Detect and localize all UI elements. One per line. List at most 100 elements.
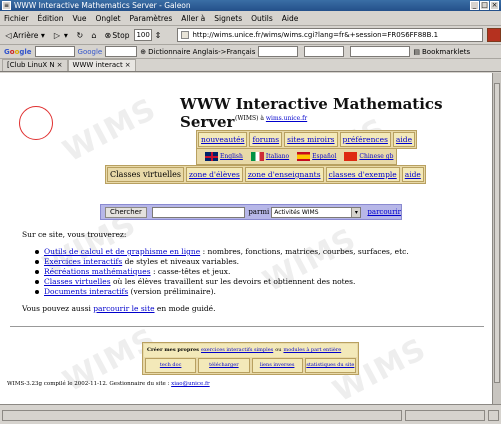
zoom-spinner-icon[interactable]: ⇕ xyxy=(153,31,162,40)
zone-aide[interactable]: aide xyxy=(401,167,424,182)
list-item: Exercices interactifs de styles et nivea… xyxy=(35,257,409,267)
menu-outils[interactable]: Outils xyxy=(251,14,273,23)
google-search-input[interactable] xyxy=(34,46,75,57)
search-bar: Chercher parmi Activités WIMS ▾ parcouri… xyxy=(100,204,402,220)
status-text-area xyxy=(2,410,402,421)
link-telecharger[interactable]: télécharger xyxy=(198,358,250,373)
italy-flag-icon xyxy=(250,152,264,161)
stop-icon: ⊗ xyxy=(104,30,112,40)
lang-chinese[interactable]: Chinese gb xyxy=(344,152,393,161)
link-aide[interactable]: aide xyxy=(392,132,416,147)
dictionary-input[interactable] xyxy=(258,46,299,57)
window-menu-icon[interactable]: ≡ xyxy=(2,1,11,10)
spain-flag-icon xyxy=(297,152,311,161)
page-subtitle: (WIMS) à wims.unice.fr xyxy=(235,115,307,122)
top-links-table: nouveautés forums sites miroirs préféren… xyxy=(196,130,418,149)
menu-aide[interactable]: Aide xyxy=(282,14,299,23)
menu-signets[interactable]: Signets xyxy=(214,14,242,23)
link-liens-inverses[interactable]: liens inverses xyxy=(251,358,303,373)
dictionary-bookmark[interactable]: Dictionnaire Anglais->Français xyxy=(148,48,255,56)
bookmarklets-folder[interactable]: Bookmarklets xyxy=(422,48,470,56)
menu-onglet[interactable]: Onglet xyxy=(95,14,120,23)
lang-label: Chinese gb xyxy=(359,153,394,160)
lang-italiano[interactable]: Italiano xyxy=(250,152,289,161)
maximize-icon[interactable]: □ xyxy=(480,1,489,10)
reload-icon: ↻ xyxy=(76,30,84,40)
guided-mode-link[interactable]: parcourir le site xyxy=(93,304,154,313)
menu-parametres[interactable]: Paramètres xyxy=(130,14,173,23)
link-forums[interactable]: forums xyxy=(249,132,283,147)
menu-edition[interactable]: Édition xyxy=(38,14,64,23)
scrollbar-thumb[interactable] xyxy=(494,83,500,383)
link-statistiques[interactable]: statistiques du site xyxy=(304,358,356,373)
search-button[interactable]: Chercher xyxy=(105,206,147,218)
guided-suffix: en mode guidé. xyxy=(154,304,216,313)
create-or: ou xyxy=(275,347,282,353)
zone-eleves[interactable]: zone d'élèves xyxy=(186,167,243,182)
third-search-input[interactable] xyxy=(304,46,345,57)
back-arrow-icon: ◁ xyxy=(5,30,12,40)
minimize-icon[interactable]: _ xyxy=(470,1,479,10)
zoom-control: 100 ⇕ xyxy=(134,29,162,41)
list-item-link[interactable]: Récréations mathématiques xyxy=(44,267,151,276)
footer-email-link[interactable]: xiao@unice.fr xyxy=(171,381,210,387)
menu-aller[interactable]: Aller à xyxy=(181,14,205,23)
zone-classes-exemple[interactable]: classes d'exemple xyxy=(325,167,400,182)
search-scope-select[interactable]: Activités WIMS ▾ xyxy=(271,206,362,218)
tab-club-linux[interactable]: [Club LinuX N × xyxy=(2,59,68,71)
resize-grip[interactable] xyxy=(488,410,499,421)
list-item: Récréations mathématiques : casse-têtes … xyxy=(35,267,409,277)
tab-close-icon[interactable]: × xyxy=(125,60,131,71)
wims-site-link[interactable]: wims.unice.fr xyxy=(266,115,307,122)
close-icon[interactable]: × xyxy=(490,1,499,10)
watermark: WIMS xyxy=(57,91,163,170)
china-flag-icon xyxy=(344,152,358,161)
list-item-text: de styles et niveaux variables. xyxy=(122,257,240,266)
create-simple-link[interactable]: exercices interactifs simples xyxy=(201,344,273,357)
home-button[interactable]: ⌂ xyxy=(89,31,98,40)
back-label: Arrière xyxy=(13,30,39,40)
lang-english[interactable]: English xyxy=(205,152,243,161)
vertical-scrollbar[interactable] xyxy=(492,73,501,404)
chevron-down-icon[interactable]: ▾ xyxy=(38,31,47,40)
zoom-input[interactable]: 100 xyxy=(134,29,153,41)
fourth-search-input[interactable] xyxy=(350,46,411,57)
list-item-text: où les élèves travaillent sur les devoir… xyxy=(110,277,356,286)
list-item-link[interactable]: Documents interactifs xyxy=(44,287,128,296)
back-button[interactable]: ◁ Arrière ▾ xyxy=(4,31,47,40)
chevron-down-icon[interactable]: ▾ xyxy=(61,31,70,40)
lang-espanol[interactable]: Español xyxy=(297,152,336,161)
menu-vue[interactable]: Vue xyxy=(72,14,86,23)
link-tech-doc[interactable]: tech doc xyxy=(145,358,197,373)
browse-link[interactable]: parcourir xyxy=(367,208,401,216)
link-sites-miroirs[interactable]: sites miroirs xyxy=(284,132,338,147)
window-title: WWW Interactive Mathematics Server - Gal… xyxy=(14,1,191,10)
go-icon[interactable] xyxy=(487,28,501,42)
zone-enseignants[interactable]: zone d'enseignants xyxy=(244,167,324,182)
create-links-row: tech doc télécharger liens inverses stat… xyxy=(144,358,357,373)
second-search-input[interactable] xyxy=(105,46,138,57)
google-search-label[interactable]: Google xyxy=(78,48,103,56)
reload-button[interactable]: ↻ xyxy=(75,31,84,40)
list-item: Outils de calcul et de graphisme en lign… xyxy=(35,247,409,257)
stop-button[interactable]: ⊗ Stop xyxy=(103,30,130,40)
create-module-link[interactable]: modules à part entière xyxy=(283,344,341,357)
bookmarks-toolbar: Google Google ⊕ Dictionnaire Anglais->Fr… xyxy=(0,45,501,59)
search-input[interactable] xyxy=(151,206,246,218)
list-item-link[interactable]: Exercices interactifs xyxy=(44,257,122,266)
tab-wims[interactable]: WWW interact × xyxy=(67,59,136,71)
tab-bar: [Club LinuX N × WWW interact × xyxy=(0,59,501,72)
feature-list: Outils de calcul et de graphisme en lign… xyxy=(35,247,409,297)
window-titlebar[interactable]: ≡ WWW Interactive Mathematics Server - G… xyxy=(0,0,501,11)
list-item-link[interactable]: Outils de calcul et de graphisme en lign… xyxy=(44,247,200,256)
url-input[interactable]: http://wims.unice.fr/wims/wims.cgi?lang=… xyxy=(177,28,484,42)
link-nouveautes[interactable]: nouveautés xyxy=(198,132,248,147)
link-preferences[interactable]: préférences xyxy=(339,132,391,147)
tab-close-icon[interactable]: × xyxy=(57,60,63,71)
list-item-link[interactable]: Classes virtuelles xyxy=(44,277,111,286)
folder-icon: ▤ xyxy=(413,47,420,56)
zone-classes-virtuelles[interactable]: Classes virtuelles xyxy=(107,167,185,182)
select-value: Activités WIMS xyxy=(274,208,319,216)
forward-button[interactable]: ▷ ▾ xyxy=(52,31,70,40)
menu-fichier[interactable]: Fichier xyxy=(4,14,29,23)
